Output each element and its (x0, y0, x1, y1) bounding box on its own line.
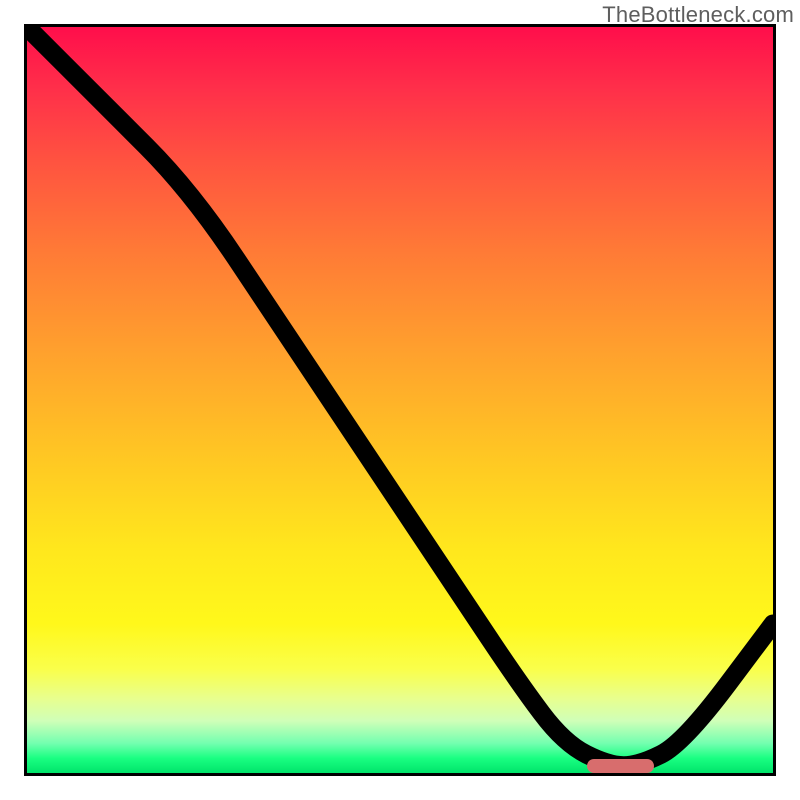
curve-svg (27, 27, 773, 773)
chart-stage: TheBottleneck.com (0, 0, 800, 800)
plot-area (24, 24, 776, 776)
bottleneck-curve (27, 27, 773, 766)
watermark-label: TheBottleneck.com (602, 2, 794, 28)
optimal-range-marker (587, 759, 654, 773)
